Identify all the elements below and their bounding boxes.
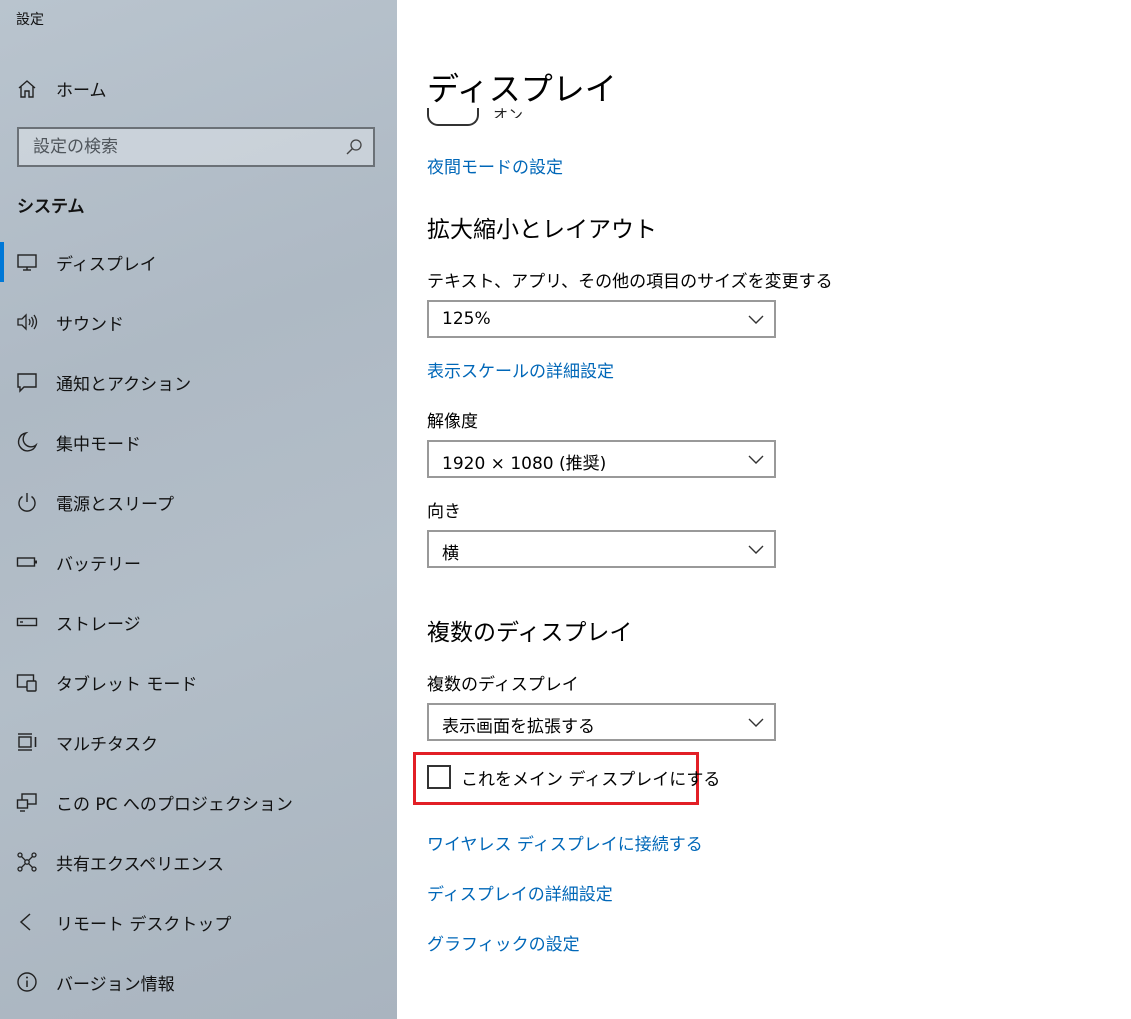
- battery-icon: [16, 557, 37, 567]
- home-button[interactable]: ホーム: [16, 76, 107, 101]
- info-icon: [17, 972, 37, 992]
- sidebar-item-sound[interactable]: サウンド: [0, 292, 397, 352]
- resolution-label: 解像度: [427, 412, 478, 432]
- sidebar: 設定 ホーム システム ディスプレイ サウンド: [0, 0, 397, 1019]
- search-input[interactable]: [33, 129, 333, 165]
- sidebar-item-storage[interactable]: ストレージ: [0, 592, 397, 652]
- notification-icon: [17, 373, 37, 393]
- sidebar-item-focus-assist[interactable]: 集中モード: [0, 412, 397, 472]
- sidebar-item-about[interactable]: バージョン情報: [0, 952, 397, 1012]
- sidebar-item-power-sleep[interactable]: 電源とスリープ: [0, 472, 397, 532]
- resolution-dropdown[interactable]: 1920 × 1080 (推奨): [427, 440, 776, 478]
- moon-icon: [17, 431, 38, 452]
- sidebar-item-projection[interactable]: この PC へのプロジェクション: [0, 772, 397, 832]
- chevron-down-icon: [748, 545, 764, 554]
- multiple-displays-label: 複数のディスプレイ: [427, 675, 579, 695]
- sidebar-item-shared-experiences[interactable]: 共有エクスペリエンス: [0, 832, 397, 892]
- scale-layout-heading: 拡大縮小とレイアウト: [427, 217, 657, 243]
- sidebar-item-label: サウンド: [56, 315, 124, 335]
- sidebar-item-label: バッテリー: [56, 555, 141, 575]
- multiple-displays-value: 表示画面を拡張する: [442, 717, 595, 737]
- main-display-checkbox-label[interactable]: これをメイン ディスプレイにする: [461, 765, 720, 790]
- sidebar-item-notifications[interactable]: 通知とアクション: [0, 352, 397, 412]
- home-icon: [18, 79, 36, 98]
- sidebar-item-label: ディスプレイ: [56, 255, 157, 275]
- sidebar-item-label: この PC へのプロジェクション: [56, 795, 293, 815]
- sidebar-item-display[interactable]: ディスプレイ: [0, 232, 397, 292]
- sidebar-item-label: マルチタスク: [56, 735, 158, 755]
- orientation-dropdown[interactable]: 横: [427, 530, 776, 568]
- sidebar-item-label: リモート デスクトップ: [56, 915, 232, 935]
- text-size-label: テキスト、アプリ、その他の項目のサイズを変更する: [427, 272, 833, 292]
- scale-dropdown[interactable]: 125%: [427, 300, 776, 338]
- search-box[interactable]: [17, 127, 375, 167]
- night-light-state: オン: [493, 106, 524, 118]
- main-display-checkbox[interactable]: [427, 765, 451, 789]
- sidebar-item-label: 電源とスリープ: [56, 495, 174, 515]
- sidebar-item-battery[interactable]: バッテリー: [0, 532, 397, 592]
- multiple-displays-heading: 複数のディスプレイ: [427, 620, 633, 646]
- sidebar-item-label: バージョン情報: [56, 975, 175, 995]
- sidebar-item-remote-desktop[interactable]: リモート デスクトップ: [0, 892, 397, 952]
- search-icon: [346, 139, 362, 155]
- chevron-down-icon: [748, 455, 764, 464]
- sidebar-item-multitasking[interactable]: マルチタスク: [0, 712, 397, 772]
- chevron-down-icon: [748, 315, 764, 324]
- tablet-mode-icon: [16, 674, 37, 692]
- night-light-settings-link[interactable]: 夜間モードの設定: [427, 153, 563, 178]
- storage-icon: [16, 617, 38, 627]
- remote-desktop-icon: [19, 913, 31, 931]
- sidebar-item-label: 通知とアクション: [56, 375, 192, 395]
- orientation-value: 横: [442, 544, 459, 564]
- scale-value: 125%: [442, 309, 491, 329]
- chevron-down-icon: [748, 718, 764, 727]
- multitask-icon: [18, 733, 37, 751]
- projection-icon: [16, 793, 37, 812]
- active-indicator: [0, 242, 4, 282]
- multiple-displays-dropdown[interactable]: 表示画面を拡張する: [427, 703, 776, 741]
- share-icon: [17, 852, 37, 872]
- home-label: ホーム: [56, 81, 107, 101]
- advanced-scale-link[interactable]: 表示スケールの詳細設定: [427, 357, 614, 382]
- advanced-display-link[interactable]: ディスプレイの詳細設定: [427, 880, 613, 905]
- section-label-system: システム: [17, 197, 85, 217]
- sidebar-item-label: ストレージ: [56, 615, 141, 635]
- speaker-icon: [17, 313, 38, 331]
- power-icon: [18, 493, 36, 512]
- resolution-value: 1920 × 1080 (推奨): [442, 454, 607, 474]
- graphics-settings-link[interactable]: グラフィックの設定: [427, 930, 580, 955]
- sidebar-item-tablet-mode[interactable]: タブレット モード: [0, 652, 397, 712]
- sidebar-item-label: 共有エクスペリエンス: [56, 855, 224, 875]
- wireless-display-link[interactable]: ワイヤレス ディスプレイに接続する: [427, 830, 703, 855]
- night-light-toggle[interactable]: [427, 108, 479, 126]
- sidebar-item-label: 集中モード: [56, 435, 141, 455]
- main-content: ディスプレイ オン 夜間モードの設定 拡大縮小とレイアウト テキスト、アプリ、そ…: [397, 0, 1131, 1019]
- window-title: 設定: [16, 12, 44, 28]
- monitor-icon: [17, 254, 37, 271]
- sidebar-item-label: タブレット モード: [56, 675, 198, 695]
- orientation-label: 向き: [427, 502, 461, 522]
